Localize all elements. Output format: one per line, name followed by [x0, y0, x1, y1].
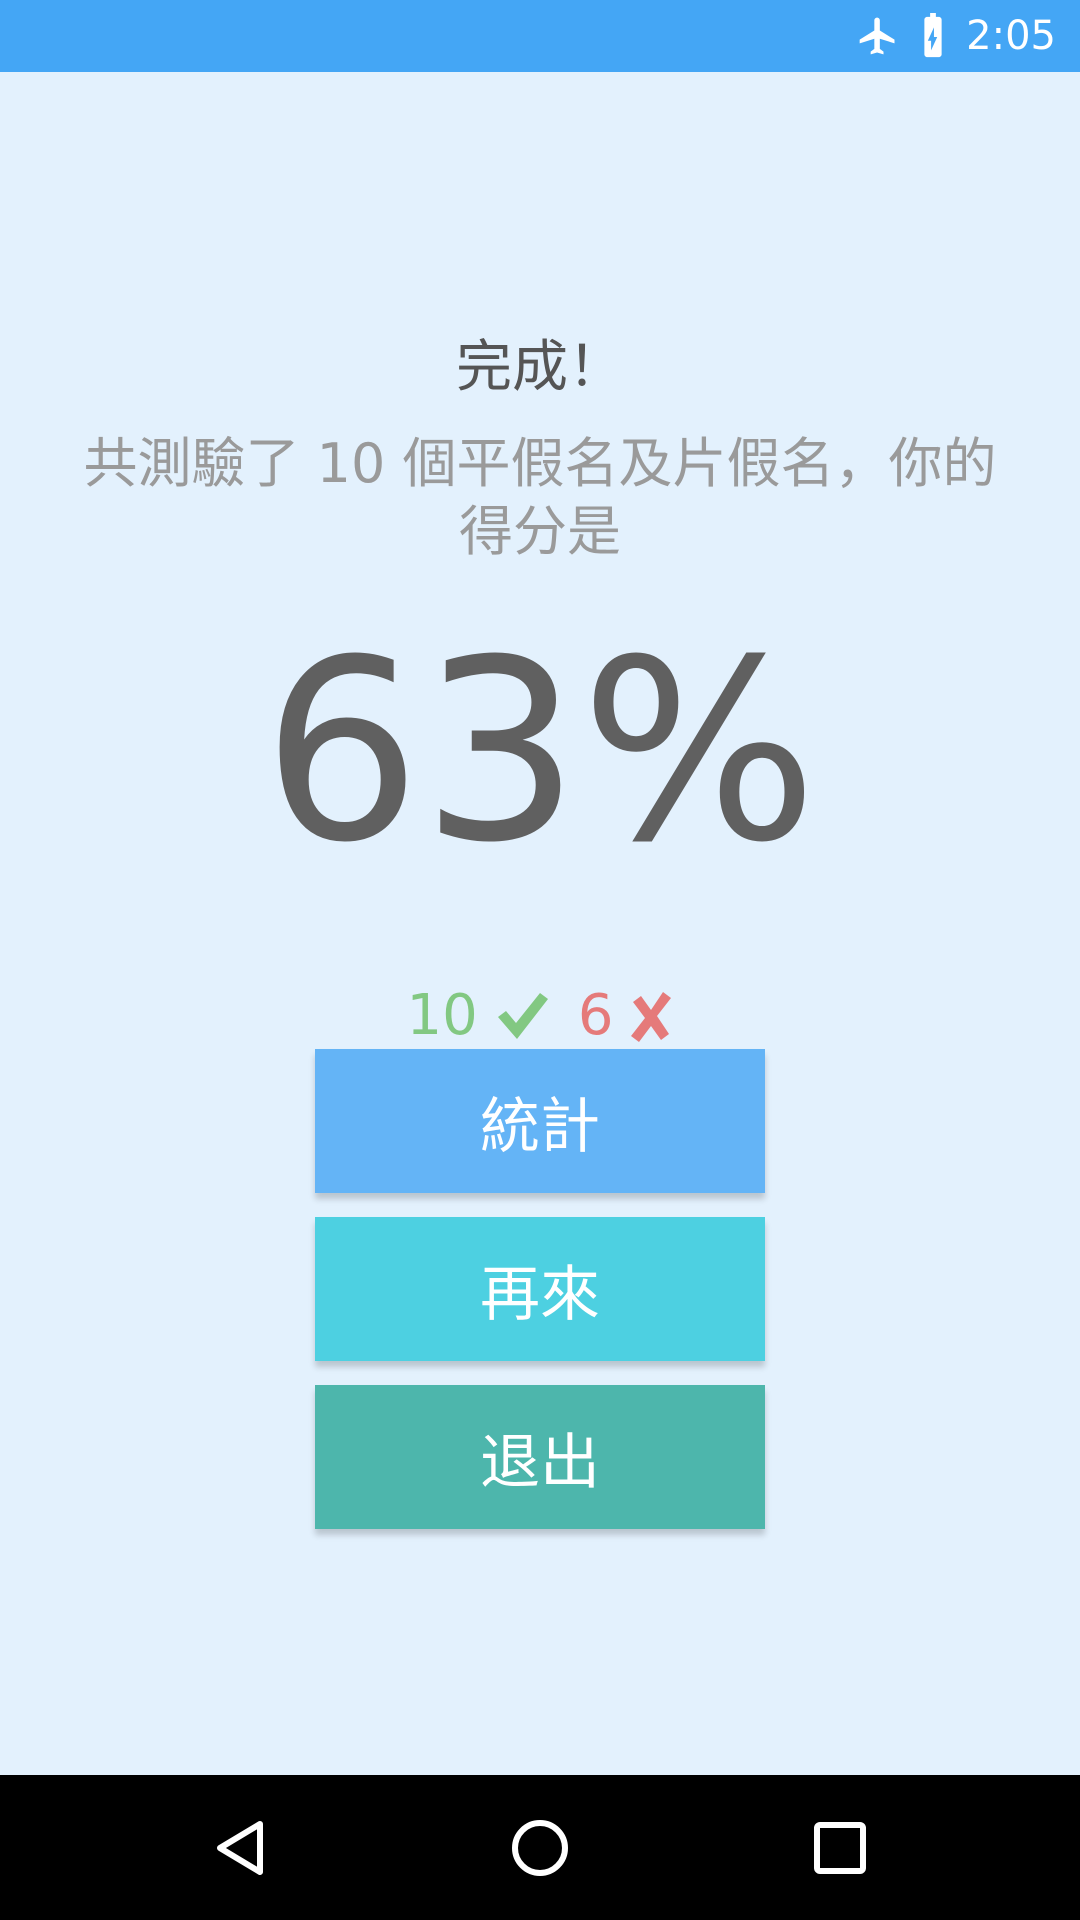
retry-button[interactable]: 再來 — [315, 1217, 765, 1361]
back-button[interactable] — [160, 1775, 320, 1920]
exit-button[interactable]: 退出 — [315, 1385, 765, 1529]
battery-charging-icon — [918, 13, 948, 59]
stats-button[interactable]: 統計 — [315, 1049, 765, 1193]
wrong-count: 6 — [577, 982, 614, 1048]
score-percentage: 63% — [262, 606, 818, 897]
result-screen: 完成！ 共測驗了 10 個平假名及片假名，你的得分是 63% 10 6 統計 再… — [0, 72, 1080, 1775]
home-icon — [510, 1818, 570, 1878]
answer-tally: 10 6 — [0, 980, 1080, 1050]
checkmark-icon — [494, 987, 550, 1043]
home-button[interactable] — [460, 1775, 620, 1920]
recents-button[interactable] — [760, 1775, 920, 1920]
status-icons: 2:05 — [856, 0, 1056, 72]
back-icon — [212, 1818, 268, 1878]
correct-count: 10 — [406, 982, 478, 1048]
navigation-bar — [0, 1775, 1080, 1920]
recents-icon — [813, 1821, 867, 1875]
status-time: 2:05 — [966, 13, 1056, 59]
result-title: 完成！ — [456, 335, 624, 400]
cross-icon — [627, 988, 673, 1042]
airplane-icon — [856, 14, 900, 58]
result-subtitle: 共測驗了 10 個平假名及片假名，你的得分是 — [83, 432, 997, 563]
status-bar: 2:05 — [0, 0, 1080, 72]
